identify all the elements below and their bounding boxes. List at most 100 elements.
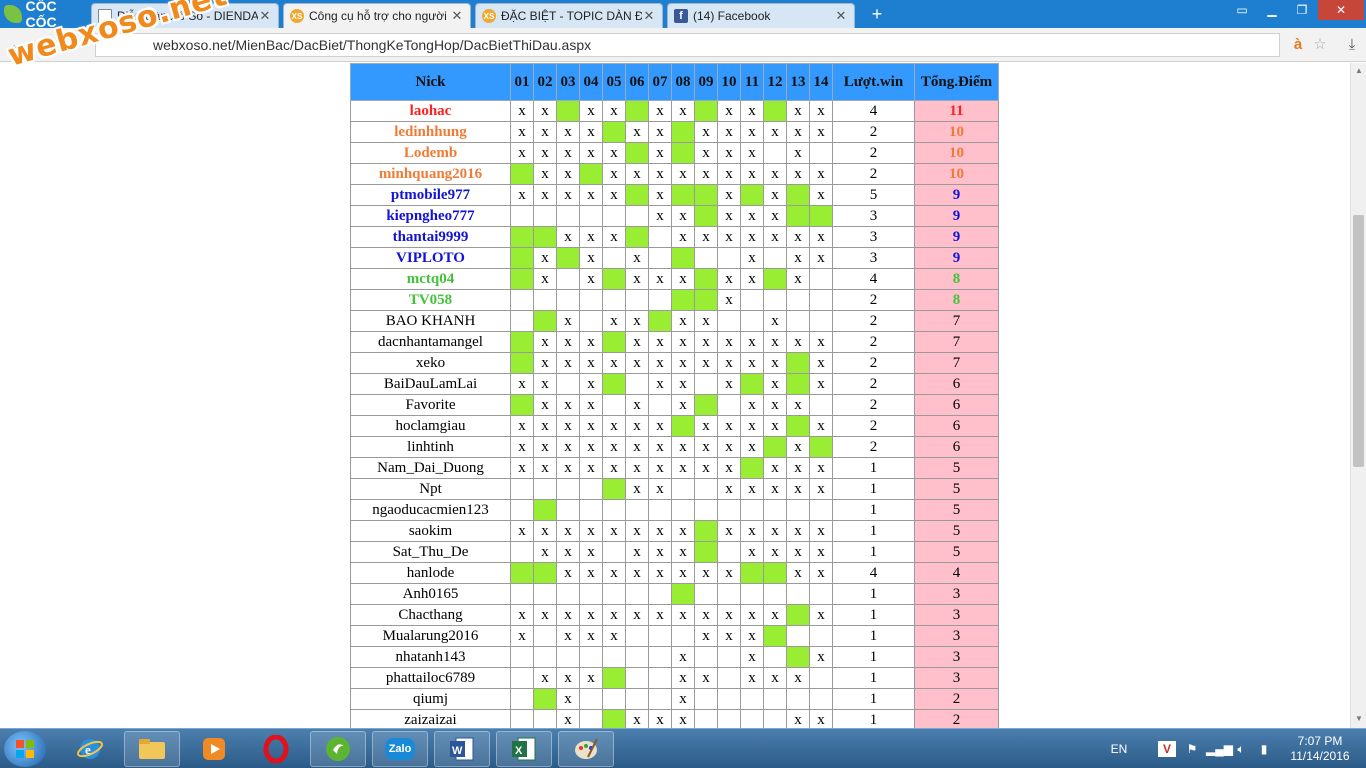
pick-cell: x xyxy=(579,415,603,437)
start-button[interactable] xyxy=(4,731,46,767)
table-row: Anh0165 1 3 xyxy=(350,583,999,605)
coccoc-browser-icon[interactable] xyxy=(310,731,366,767)
nick-cell: Anh0165 xyxy=(350,583,511,605)
pick-cell: x xyxy=(694,331,718,353)
close-tab-icon[interactable]: ✕ xyxy=(834,8,848,24)
nick-cell: xeko xyxy=(350,352,511,374)
hit-cell xyxy=(533,499,557,521)
vertical-scrollbar[interactable]: ▲ ▼ xyxy=(1350,63,1366,728)
pick-cell xyxy=(602,205,626,227)
pick-cell xyxy=(717,583,741,605)
coccoc-logo-icon xyxy=(4,5,22,23)
battery-icon[interactable]: ▮ xyxy=(1256,741,1272,757)
pick-cell xyxy=(533,289,557,311)
tab-dac-biet[interactable]: XS ĐẶC BIỆT - TOPIC DÀN ĐẶC BIỆT ✕ xyxy=(475,3,663,28)
nick-cell: VIPLOTO xyxy=(350,247,511,269)
wins-cell: 1 xyxy=(832,520,915,542)
pick-cell: x xyxy=(648,373,672,395)
pick-cell: x xyxy=(625,604,649,626)
score-cell: 8 xyxy=(914,289,999,311)
new-tab-button[interactable]: + xyxy=(866,5,888,25)
scrollbar-thumb[interactable] xyxy=(1353,215,1364,467)
pick-cell: x xyxy=(648,415,672,437)
score-cell: 7 xyxy=(914,331,999,353)
word-icon[interactable]: W xyxy=(434,731,490,767)
taskbar-clock[interactable]: 7:07 PM 11/14/2016 xyxy=(1286,734,1354,764)
pick-cell xyxy=(556,646,580,668)
pick-cell xyxy=(763,646,787,668)
pick-cell xyxy=(556,583,580,605)
pick-cell: x xyxy=(786,121,810,143)
scroll-up-icon[interactable]: ▲ xyxy=(1351,63,1366,79)
scroll-down-icon[interactable]: ▼ xyxy=(1351,711,1366,727)
table-row: nhatanh143 x x x 1 3 xyxy=(350,646,999,668)
opera-icon[interactable] xyxy=(248,731,304,767)
media-player-icon[interactable] xyxy=(186,731,242,767)
zalo-icon[interactable]: Zalo xyxy=(372,731,428,767)
table-row: minhquang2016 x x x x x x x x x x x x 2 10 xyxy=(350,163,999,185)
pick-cell xyxy=(625,583,649,605)
pick-cell xyxy=(717,247,741,269)
pick-cell: x xyxy=(671,352,695,374)
reload-icon[interactable]: ↻ xyxy=(63,34,85,56)
svg-text:W: W xyxy=(452,745,463,757)
tab-dien-dan[interactable]: Diễn Đàn Xổ Số - DIENDAN... ✕ xyxy=(91,3,279,28)
internet-explorer-icon[interactable]: e xyxy=(62,731,118,767)
pick-cell: x xyxy=(717,436,741,458)
tab-facebook[interactable]: f (14) Facebook ✕ xyxy=(667,3,855,28)
paint-icon[interactable] xyxy=(558,731,614,767)
pick-cell: x xyxy=(579,184,603,206)
minimize-button[interactable]: ▁ xyxy=(1258,0,1286,20)
download-icon[interactable]: ⤓ xyxy=(1342,35,1362,55)
browser-brand[interactable]: CỐC CỐC xyxy=(0,0,90,30)
wins-cell: 3 xyxy=(832,226,915,248)
forward-arrow-icon[interactable]: → xyxy=(34,34,56,56)
close-tab-icon[interactable]: ✕ xyxy=(258,8,272,24)
table-header-row: Nick 01 02 03 04 05 06 07 08 09 10 11 12 13 14 Lượt.win… xyxy=(350,63,999,101)
hit-cell xyxy=(694,184,718,206)
language-indicator[interactable]: EN xyxy=(1108,741,1130,757)
coccoc-dictionary-icon[interactable]: à xyxy=(1288,35,1308,55)
pick-cell: x xyxy=(763,163,787,185)
volume-icon[interactable]: 🔈︎ xyxy=(1232,741,1250,757)
bookmark-star-icon[interactable]: ☆ xyxy=(1310,35,1330,55)
pick-cell: x xyxy=(671,394,695,416)
pick-cell xyxy=(533,583,557,605)
nick-cell: TV058 xyxy=(350,289,511,311)
pick-cell: x xyxy=(533,436,557,458)
maximize-button[interactable]: ❐ xyxy=(1288,0,1316,20)
pick-cell: x xyxy=(556,604,580,626)
profile-icon[interactable]: ▭ xyxy=(1228,0,1256,20)
close-tab-icon[interactable]: ✕ xyxy=(642,8,656,24)
close-window-button[interactable]: ✕ xyxy=(1318,0,1364,20)
pick-cell: x xyxy=(533,457,557,479)
wins-cell: 2 xyxy=(832,373,915,395)
back-arrow-icon[interactable]: ← xyxy=(6,34,28,56)
address-bar[interactable] xyxy=(95,33,1280,57)
table-row: ledinhhung x x x x x x x x x x x x 2 10 xyxy=(350,121,999,143)
network-signal-icon[interactable]: ▂▄▆ xyxy=(1206,741,1233,757)
excel-icon[interactable]: X xyxy=(496,731,552,767)
pick-cell: x xyxy=(625,331,649,353)
hit-cell xyxy=(671,142,695,164)
pick-cell: x xyxy=(579,625,603,647)
pick-cell: x xyxy=(510,100,534,122)
hit-cell xyxy=(625,100,649,122)
tab-cong-cu[interactable]: XS Công cụ hỗ trợ cho người chơi ✕ xyxy=(283,3,471,28)
pick-cell: x xyxy=(717,121,741,143)
pick-cell xyxy=(786,688,810,710)
url-input[interactable] xyxy=(96,34,1279,56)
action-center-flag-icon[interactable]: ⚑ xyxy=(1184,741,1200,757)
antivirus-icon[interactable]: V xyxy=(1158,741,1176,757)
pick-cell xyxy=(694,709,718,728)
pick-cell: x xyxy=(510,457,534,479)
pick-cell: x xyxy=(671,457,695,479)
pick-cell xyxy=(602,541,626,563)
pick-cell xyxy=(694,478,718,500)
pick-cell xyxy=(809,499,833,521)
pick-cell: x xyxy=(740,646,764,668)
table-row: Mualarung2016 x x x x x x x 1 3 xyxy=(350,625,999,647)
pick-cell: x xyxy=(579,541,603,563)
file-explorer-icon[interactable] xyxy=(124,731,180,767)
close-tab-icon[interactable]: ✕ xyxy=(450,8,464,24)
